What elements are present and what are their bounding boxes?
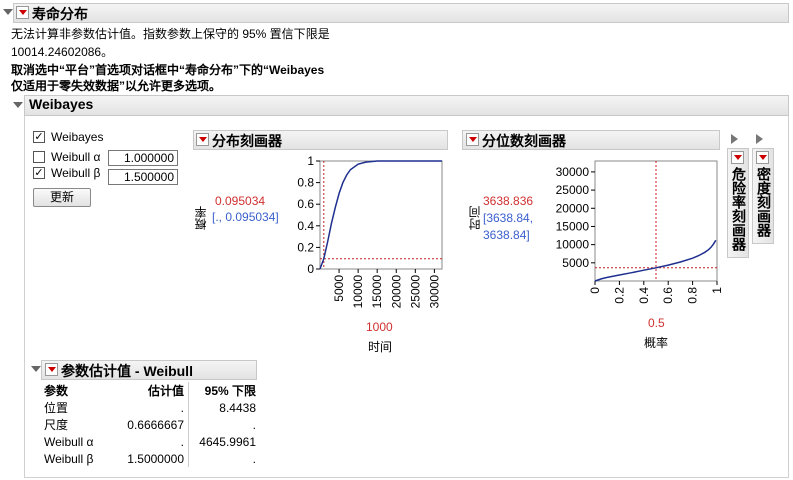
y-tick-label: 5000 <box>562 256 589 270</box>
row-lower: . <box>252 417 256 432</box>
row-lower: 4645.9961 <box>199 434 256 449</box>
table-row: Weibull β 1.5000000 . <box>40 450 260 467</box>
collapse-weibayes-icon[interactable] <box>13 102 23 108</box>
x-tick-label: 0.8 <box>686 287 700 304</box>
y-tick-label: 10000 <box>556 238 590 252</box>
quantile-interval-line-2: 3638.84] <box>483 228 530 242</box>
row-estimate: . <box>110 399 189 416</box>
y-tick-label: 25000 <box>556 183 590 197</box>
quantile-ylabel: 时间 <box>468 206 482 230</box>
weibayes-checkbox[interactable]: ✓ <box>33 131 45 143</box>
weibull-beta-label: Weibull β <box>51 166 101 180</box>
expand-density-icon[interactable] <box>756 134 763 144</box>
header-lower: 95% 下限 <box>204 384 256 398</box>
x-tick-label: 0.2 <box>612 287 626 304</box>
x-tick-label: 30000 <box>427 275 441 309</box>
x-tick-label: 1 <box>710 287 724 294</box>
weibayes-header <box>24 95 789 116</box>
y-tick-label: 0.2 <box>297 240 314 254</box>
x-tick-label: 0.6 <box>661 287 675 304</box>
header-param: 参数 <box>44 384 69 398</box>
row-param: Weibull α <box>44 434 94 449</box>
dist-current-value: 0.095034 <box>215 194 266 208</box>
update-button[interactable]: 更新 <box>33 188 91 207</box>
row-estimate: . <box>110 433 189 450</box>
weibull-beta-checkbox[interactable]: ✓ <box>33 167 45 179</box>
row-param: 尺度 <box>44 418 69 432</box>
density-profiler-title: 密度刻画器 <box>756 167 772 237</box>
param-estimates-menu-icon[interactable] <box>45 363 58 376</box>
row-lower: . <box>252 451 256 466</box>
message-bold-line-2: 仅适用于零失效数据”以允许更多选项。 <box>11 79 222 93</box>
quantile-current-x[interactable]: 0.5 <box>648 316 665 330</box>
weibayes-checkbox-label: Weibayes <box>51 130 104 144</box>
weibull-alpha-checkbox[interactable] <box>33 151 45 163</box>
y-tick-label: 0 <box>307 262 314 276</box>
x-tick-label: 0.4 <box>637 287 651 304</box>
quantile-profiler-title: 分位数刻画器 <box>482 133 566 149</box>
quantile-xlabel: 概率 <box>644 336 669 350</box>
table-row: Weibull α . 4645.9961 <box>40 433 260 450</box>
table-row: 位置 . 8.4438 <box>40 399 260 416</box>
y-tick-label: 15000 <box>556 219 590 233</box>
quantile-current-value: 3638.836 <box>483 194 534 208</box>
quantile-interval-line-1: [3638.84, <box>483 211 534 225</box>
collapse-param-estimates-icon[interactable] <box>31 366 41 372</box>
y-tick-label: 0.6 <box>297 197 314 211</box>
weibull-alpha-field[interactable]: 1.000000 <box>108 150 178 166</box>
weibayes-title: Weibayes <box>29 96 94 112</box>
weibull-alpha-label: Weibull α <box>51 150 101 164</box>
message-line-2: 10014.24602086。 <box>11 45 114 59</box>
life-distribution-title: 寿命分布 <box>32 6 88 22</box>
density-profiler-menu-icon[interactable] <box>756 151 769 164</box>
row-param: 位置 <box>44 401 69 415</box>
x-tick-label: 25000 <box>408 275 422 309</box>
dist-profiler-title: 分布刻画器 <box>212 133 282 149</box>
param-estimates-table: 参数 估计值 95% 下限 位置 . 8.4438 尺度 0.6666667 .… <box>40 382 260 467</box>
param-estimates-title: 参数估计值 - Weibull <box>61 363 193 379</box>
y-tick-label: 1 <box>307 155 314 168</box>
message-line-1: 无法计算非参数估计值。指数参数上保守的 95% 置信下限是 <box>11 27 330 41</box>
collapse-life-distribution-icon[interactable] <box>3 9 13 15</box>
row-estimate: 0.6666667 <box>110 416 189 433</box>
table-header-row: 参数 估计值 95% 下限 <box>40 382 260 399</box>
quantile-profiler-menu-icon[interactable] <box>466 133 479 146</box>
y-tick-label: 0.4 <box>297 219 314 233</box>
y-tick-label: 0.8 <box>297 176 314 190</box>
table-row: 尺度 0.6666667 . <box>40 416 260 433</box>
message-bold-line-1: 取消选中“平台”首选项对话框中“寿命分布”下的“Weibayes <box>11 63 325 77</box>
weibull-beta-field[interactable]: 1.500000 <box>108 169 178 185</box>
dist-profiler-menu-icon[interactable] <box>196 133 209 146</box>
row-param: Weibull β <box>44 451 94 466</box>
row-lower: 8.4438 <box>219 400 256 415</box>
x-tick-label: 15000 <box>370 275 384 309</box>
hazard-profiler-menu-icon[interactable] <box>731 151 744 164</box>
dist-profiler-chart: 00.20.40.60.815000 10000 15000 20000 25000 30… <box>297 155 443 309</box>
y-tick-label: 20000 <box>556 201 590 215</box>
plot-frame <box>319 160 443 270</box>
quantile-profiler-chart: 5000 10000 15000 20000 25000 30000 0 0.2 0.4 0.6 0… <box>556 160 724 304</box>
hazard-profiler-title: 危险率刻画器 <box>731 167 747 251</box>
life-distribution-header <box>13 3 789 23</box>
dist-current-x[interactable]: 1000 <box>366 320 393 334</box>
dist-current-interval: [., 0.095034] <box>212 210 279 224</box>
header-estimate: 估计值 <box>110 382 189 399</box>
y-tick-label: 30000 <box>556 165 590 179</box>
x-tick-label: 5000 <box>332 275 346 302</box>
x-tick-label: 20000 <box>389 275 403 309</box>
expand-hazard-icon[interactable] <box>731 134 738 144</box>
dist-xlabel: 时间 <box>368 340 393 354</box>
life-distribution-menu-icon[interactable] <box>16 6 29 19</box>
row-estimate: 1.5000000 <box>110 450 189 467</box>
dist-ylabel: 概率 <box>194 206 208 230</box>
x-tick-label: 0 <box>588 287 602 294</box>
x-tick-label: 10000 <box>351 275 365 309</box>
